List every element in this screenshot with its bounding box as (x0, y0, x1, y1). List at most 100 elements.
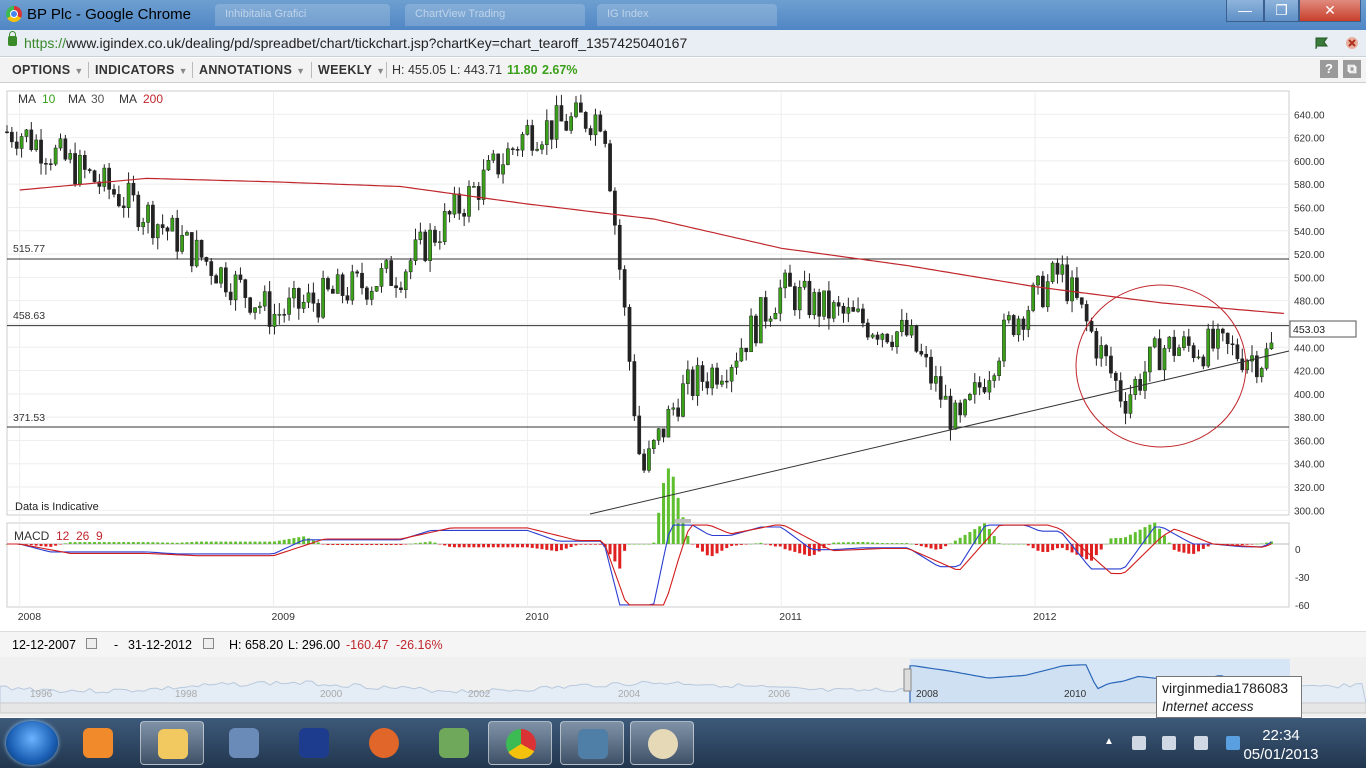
macd-histogram-bar (754, 543, 758, 544)
macd-histogram-bar (1260, 543, 1264, 544)
device-icon[interactable] (1132, 736, 1146, 750)
calendar-icon[interactable] (203, 638, 214, 649)
candle-body (335, 274, 340, 294)
range-dash: - (114, 638, 119, 652)
volume-icon[interactable] (1194, 736, 1208, 750)
minimize-button[interactable]: — (1226, 0, 1264, 22)
macd-histogram-bar (496, 544, 500, 548)
macd-histogram-bar (1002, 544, 1006, 545)
users-button[interactable] (422, 721, 486, 765)
trend-line[interactable] (589, 350, 1290, 515)
navigator-year: 2002 (468, 689, 491, 700)
chevron-down-icon: ▼ (178, 66, 188, 76)
candle-body (238, 274, 243, 280)
media-player-icon (83, 728, 113, 758)
range-to[interactable]: 31-12-2012 (128, 638, 192, 652)
info-button[interactable] (282, 721, 346, 765)
help-icon[interactable]: ? (1320, 60, 1338, 78)
macd-histogram-bar (1090, 544, 1094, 561)
users-icon (439, 728, 469, 758)
candle-body (768, 318, 773, 322)
flag-icon[interactable] (1314, 35, 1330, 51)
candle-body (491, 153, 496, 161)
ma-label: MA (119, 92, 137, 106)
folder-icon (158, 729, 188, 759)
candle-body (155, 224, 160, 239)
ma-label: MA (68, 92, 86, 106)
macd-histogram-bar (876, 542, 880, 544)
macd-histogram-bar (443, 544, 447, 546)
maximize-button[interactable]: ❐ (1264, 0, 1299, 22)
macd-histogram-bar (141, 542, 145, 544)
candle-body (219, 267, 223, 284)
macd-border (6, 522, 1290, 608)
macd-histogram-bar (146, 542, 150, 544)
ma200-path (19, 177, 1284, 315)
macd-histogram-bar (49, 544, 53, 547)
candle-body (311, 292, 316, 304)
candle-body (812, 292, 817, 316)
taskbar-clock[interactable]: 22:34 05/01/2013 (1226, 726, 1336, 764)
macd-histogram-bar (856, 542, 860, 544)
macd-histogram-bar (623, 544, 627, 551)
panel-splitter-handle[interactable] (675, 519, 691, 523)
explorer-button[interactable] (140, 721, 204, 765)
tray-expand-icon[interactable]: ▲ (1104, 736, 1118, 750)
candle-body (875, 334, 880, 340)
macd-histogram-bar (948, 543, 952, 544)
calendar-icon[interactable] (86, 638, 97, 649)
macd-histogram-bar (34, 544, 38, 546)
candle-body (836, 302, 841, 307)
indicators-menu[interactable]: INDICATORS ▼ (95, 63, 188, 77)
price-tick: 400.00 (1294, 390, 1325, 401)
level-label: 515.77 (13, 243, 45, 255)
candle-body (895, 331, 899, 347)
left-handle[interactable] (903, 668, 912, 692)
network-icon[interactable] (1162, 736, 1176, 750)
range-from[interactable]: 12-12-2007 (12, 638, 76, 652)
macd-histogram-bar (934, 544, 938, 550)
background-tab-3[interactable]: IG Index (597, 4, 777, 26)
candle-body (399, 287, 403, 290)
url-text[interactable]: https://www.igindex.co.uk/dealing/pd/spr… (24, 35, 687, 51)
candle-body (282, 314, 287, 316)
candle-body (754, 315, 758, 344)
macd-histogram-bar (214, 541, 218, 544)
macd-histogram-bar (861, 541, 865, 544)
media-player-button[interactable] (66, 721, 130, 765)
address-bar[interactable]: https://www.igindex.co.uk/dealing/pd/spr… (0, 30, 1366, 57)
candle-body (1031, 284, 1035, 311)
macd-histogram-bar (1245, 544, 1249, 545)
cancel-load-icon[interactable] (1344, 35, 1360, 51)
interval-menu[interactable]: WEEKLY ▼ (318, 63, 385, 77)
annotations-menu[interactable]: ANNOTATIONS ▼ (199, 63, 305, 77)
start-button[interactable] (6, 721, 58, 765)
detach-icon[interactable]: ⧉ (1343, 60, 1361, 78)
macd-histogram-bar (890, 543, 894, 544)
candle-body (1201, 356, 1206, 367)
background-tab-1[interactable]: Inhibitalia Grafici (215, 4, 390, 26)
candle-body (977, 382, 982, 388)
paint-button[interactable] (630, 721, 694, 765)
macd-histogram-bar (559, 544, 563, 551)
macd-histogram-bar (170, 542, 174, 544)
candle-body (963, 399, 967, 416)
firefox-button[interactable] (352, 721, 416, 765)
price-chart[interactable]: 640.00 620.00 600.00 580.00 560.00 540.00 520.… (0, 83, 1366, 631)
candle-body (758, 297, 763, 344)
candle-body (720, 380, 724, 385)
macd-histogram-bar (992, 536, 996, 544)
close-button[interactable]: ✕ (1299, 0, 1361, 22)
macd-histogram-bar (1094, 544, 1098, 556)
macd-histogram-bar (1114, 537, 1118, 544)
chrome-button[interactable] (488, 721, 552, 765)
options-menu[interactable]: OPTIONS ▼ (12, 63, 84, 77)
candle-body (749, 315, 753, 353)
tools-button[interactable] (212, 721, 276, 765)
candle-body (253, 307, 257, 313)
chart-area[interactable]: 640.00 620.00 600.00 580.00 560.00 540.00 520.… (0, 83, 1366, 660)
candle-body (1172, 336, 1177, 356)
photo-viewer-button[interactable] (560, 721, 624, 765)
macd-histogram-bar (710, 544, 714, 557)
background-tab-2[interactable]: ChartView Trading (405, 4, 585, 26)
